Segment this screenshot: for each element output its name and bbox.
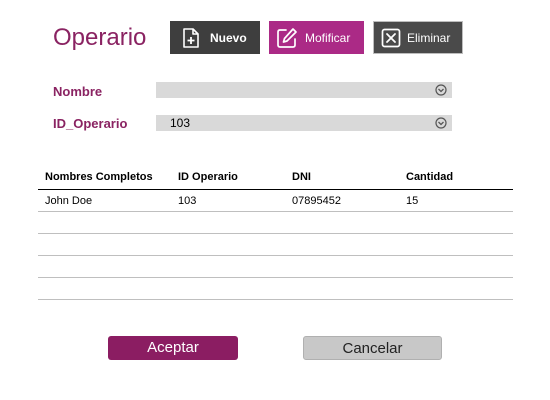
operarios-table: Nombres Completos ID Operario DNI Cantid… <box>38 166 513 300</box>
table-cell: 15 <box>406 195 419 207</box>
nombre-select[interactable] <box>156 82 452 98</box>
column-header: DNI <box>292 171 311 183</box>
table-row[interactable] <box>38 212 513 234</box>
accept-button[interactable]: Aceptar <box>108 336 238 360</box>
table-cell: John Doe <box>45 195 93 207</box>
chevron-down-circle-icon <box>435 117 447 133</box>
column-header: Nombres Completos <box>45 171 153 183</box>
close-box-icon <box>381 28 401 48</box>
table-row[interactable] <box>38 278 513 300</box>
chevron-down-circle-icon <box>435 84 447 100</box>
page-title: Operario <box>53 24 147 51</box>
delete-button[interactable]: Eliminar <box>373 21 463 54</box>
table-row[interactable]: John Doe 103 07895452 15 <box>38 190 513 212</box>
new-button-label: Nuevo <box>210 30 247 45</box>
column-header: ID Operario <box>178 171 238 183</box>
modify-button[interactable]: Mofificar <box>269 21 364 54</box>
id-operario-value: 103 <box>170 116 191 130</box>
table-header: Nombres Completos ID Operario DNI Cantid… <box>38 166 513 190</box>
column-header: Cantidad <box>406 171 454 183</box>
delete-button-label: Eliminar <box>407 30 451 45</box>
nombre-label: Nombre <box>53 84 103 99</box>
id-operario-label: ID_Operario <box>53 116 128 131</box>
id-operario-select[interactable]: 103 <box>156 115 452 131</box>
edit-icon <box>276 27 298 49</box>
modify-button-label: Mofificar <box>305 30 351 45</box>
table-row[interactable] <box>38 234 513 256</box>
table-cell: 07895452 <box>292 195 341 207</box>
table-row[interactable] <box>38 256 513 278</box>
new-button[interactable]: Nuevo <box>170 21 260 54</box>
file-plus-icon <box>182 27 200 48</box>
cancel-button[interactable]: Cancelar <box>303 336 442 360</box>
table-cell: 103 <box>178 195 197 207</box>
